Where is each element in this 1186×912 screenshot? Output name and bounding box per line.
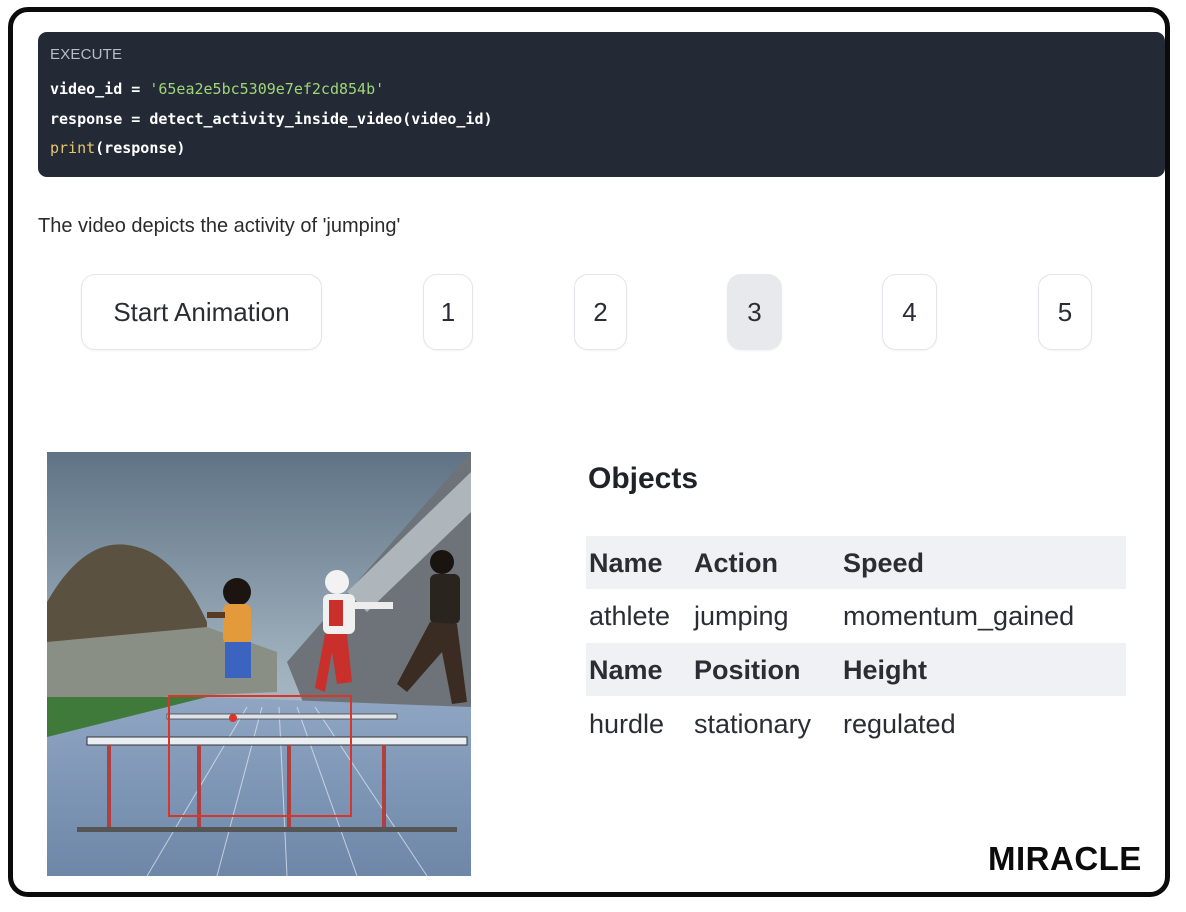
slide-frame: EXECUTE video_id = '65ea2e5bc5309e7ef2cd…: [8, 7, 1170, 897]
cell-position: stationary: [694, 709, 812, 739]
code-string: '65ea2e5bc5309e7ef2cd854b': [149, 80, 385, 98]
frame-button-3[interactable]: 3: [727, 274, 782, 350]
objects-table-2-row: hurdle stationary regulated: [586, 697, 1126, 750]
objects-table-1-header: Name Action Speed: [586, 536, 1126, 589]
brand-logo-text: MIRACLE: [988, 840, 1142, 877]
objects-title: Objects: [588, 462, 699, 495]
column-height-header: Height: [843, 655, 927, 685]
video-frame-image: [47, 452, 471, 876]
frame-button-1[interactable]: 1: [423, 274, 473, 350]
detection-point: [229, 714, 237, 722]
frame-button-4[interactable]: 4: [882, 274, 937, 350]
objects-table-2-header: Name Position Height: [586, 643, 1126, 696]
code-line-2: response = detect_activity_inside_video(…: [50, 110, 493, 128]
code-line-1: video_id = '65ea2e5bc5309e7ef2cd854b': [50, 80, 384, 98]
result-text: The video depicts the activity of 'jumpi…: [38, 215, 401, 237]
code-var: video_id =: [50, 80, 150, 98]
objects-table-1-row: athlete jumping momentum_gained: [586, 589, 1126, 642]
code-print-fn: print: [50, 139, 96, 157]
start-animation-button[interactable]: Start Animation: [81, 274, 322, 350]
cell-name: hurdle: [589, 709, 665, 739]
column-speed-header: Speed: [843, 548, 925, 578]
code-block: EXECUTE video_id = '65ea2e5bc5309e7ef2cd…: [38, 32, 1165, 177]
frame-button-5[interactable]: 5: [1038, 274, 1092, 350]
column-position-header: Position: [694, 655, 801, 685]
column-name-header: Name: [589, 655, 663, 685]
frame-button-2[interactable]: 2: [574, 274, 627, 350]
cell-speed: momentum_gained: [843, 601, 1075, 631]
column-action-header: Action: [694, 548, 778, 578]
column-name-header: Name: [589, 548, 663, 578]
code-line-3: print(response): [50, 139, 185, 157]
cell-name: athlete: [589, 601, 671, 631]
cell-height: regulated: [843, 709, 956, 739]
cell-action: jumping: [694, 601, 789, 631]
code-args: (response): [95, 139, 186, 157]
code-header-label: EXECUTE: [50, 46, 123, 63]
